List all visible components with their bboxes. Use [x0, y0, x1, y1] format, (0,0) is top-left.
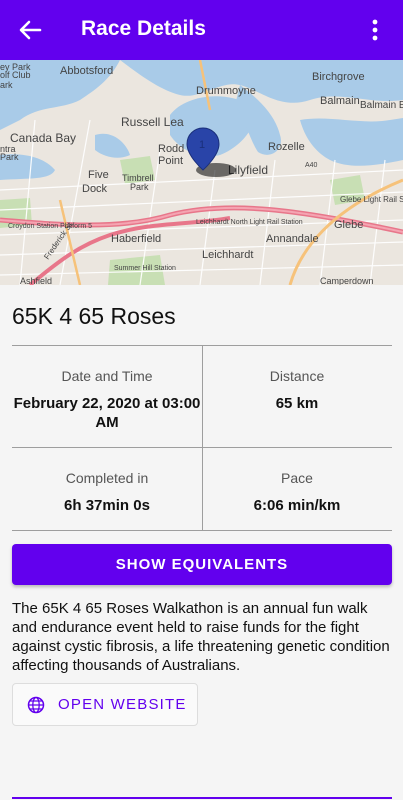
stat-label: Date and Time	[61, 368, 153, 384]
map-label: Abbotsford	[60, 65, 113, 77]
open-website-label: OPEN WEBSITE	[58, 696, 187, 713]
map-label: Balmain East	[360, 100, 403, 111]
back-arrow-icon[interactable]	[14, 14, 46, 46]
pace-stat: Pace 6:06 min/km	[202, 470, 392, 515]
map-label: Glebe	[334, 219, 363, 231]
race-stats-grid: Date and Time February 22, 2020 at 03:00…	[12, 345, 392, 531]
map-label: Five	[88, 169, 109, 181]
map-label: Rozelle	[268, 141, 305, 153]
race-map[interactable]: Abbotsford Drummoyne Birchgrove Balmain …	[0, 60, 403, 285]
map-label: Camperdown	[320, 276, 374, 285]
map-label: Annandale	[266, 233, 319, 245]
map-label: Birchgrove	[312, 71, 365, 83]
map-label: Rodd	[158, 143, 184, 155]
race-name: 65K 4 65 Roses	[12, 303, 176, 329]
stat-value: 6:06 min/km	[253, 497, 341, 514]
map-label: olf Club	[0, 70, 31, 80]
map-label: Park	[130, 182, 149, 192]
open-website-button[interactable]: OPEN WEBSITE	[12, 683, 198, 726]
map-label: Haberfield	[111, 233, 161, 245]
show-equivalents-button[interactable]: SHOW EQUIVALENTS	[12, 544, 392, 585]
divider	[12, 447, 392, 448]
map-label: Russell Lea	[121, 115, 184, 129]
map-label: Glebe Light Rail Station	[340, 195, 403, 204]
map-label: Balmain	[320, 95, 360, 107]
map-label: Drummoyne	[196, 85, 256, 97]
map-label: Park	[0, 152, 19, 162]
app-bar: Race Details	[0, 0, 403, 60]
stat-label: Completed in	[65, 470, 149, 486]
map-label: Leichhardt North Light Rail Station	[196, 219, 303, 226]
bottom-accent-line	[12, 797, 392, 799]
map-label: Dock	[82, 183, 108, 195]
map-label: Summer Hill Station	[114, 265, 176, 272]
race-description: The 65K 4 65 Roses Walkathon is an annua…	[12, 600, 390, 674]
map-label: Ashfield	[20, 276, 52, 285]
stat-value: 65 km	[275, 395, 319, 412]
stat-value: 6h 37min 0s	[64, 497, 150, 514]
map-label: Canada Bay	[10, 131, 76, 145]
page-title: Race Details	[81, 17, 206, 40]
stat-label: Distance	[269, 368, 325, 384]
map-label: Point	[158, 155, 183, 167]
distance-stat: Distance 65 km	[202, 368, 392, 413]
stat-value: February 22, 2020 at 03:00 AM	[13, 395, 201, 431]
more-options-icon[interactable]	[363, 16, 387, 44]
map-label: Leichhardt	[202, 249, 253, 261]
globe-icon	[27, 696, 45, 714]
completed-stat: Completed in 6h 37min 0s	[12, 470, 202, 515]
map-label: A40	[305, 162, 318, 169]
stat-label: Pace	[281, 470, 313, 486]
date-time-stat: Date and Time February 22, 2020 at 03:00…	[12, 368, 202, 432]
map-label: Croydon Station Platform 5	[8, 223, 92, 230]
svg-text:1: 1	[199, 139, 205, 151]
map-label: ark	[0, 80, 13, 90]
